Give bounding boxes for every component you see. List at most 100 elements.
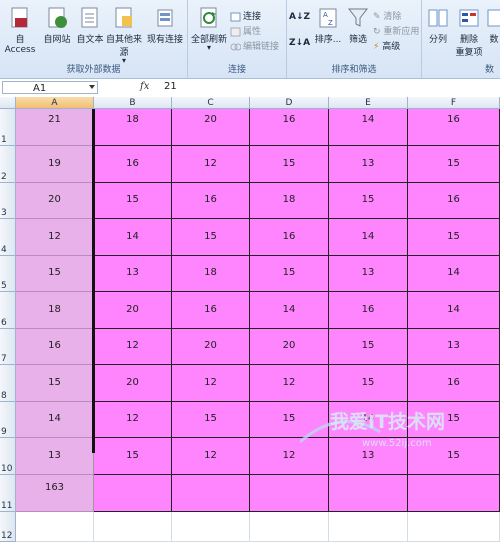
cell-a10[interactable]: 13 (16, 438, 94, 475)
cell-b1[interactable]: 18 (94, 109, 172, 146)
row-header-1[interactable]: 1 (0, 109, 16, 146)
cell-f8[interactable]: 16 (408, 365, 500, 402)
cell-a7[interactable]: 16 (16, 329, 94, 365)
from-text-button[interactable]: 自文本 (74, 6, 106, 45)
sort-button[interactable]: A Z 排序... (313, 6, 343, 45)
formula-input[interactable]: 21 (164, 81, 177, 92)
cell-e8[interactable]: 15 (329, 365, 408, 402)
cell-f4[interactable]: 15 (408, 219, 500, 256)
cell-b11[interactable] (94, 475, 172, 512)
connections-button[interactable]: 连接 (230, 9, 261, 22)
cell-a12[interactable] (16, 512, 94, 542)
cell-c9[interactable]: 15 (172, 402, 250, 438)
cell-a8[interactable]: 15 (16, 365, 94, 402)
from-access-button[interactable]: 自 Access (0, 6, 40, 55)
cell-b10[interactable]: 15 (94, 438, 172, 475)
cell-a9[interactable]: 14 (16, 402, 94, 438)
properties-button[interactable]: 属性 (230, 24, 261, 37)
cell-e5[interactable]: 13 (329, 256, 408, 292)
from-other-sources-button[interactable]: 自其他来源 ▾ (106, 6, 142, 65)
column-header-f[interactable]: F (408, 97, 500, 109)
cell-b12[interactable] (94, 512, 172, 542)
cell-f5[interactable]: 14 (408, 256, 500, 292)
cell-d3[interactable]: 18 (250, 183, 329, 219)
insert-function-icon[interactable]: fx (140, 81, 149, 92)
column-header-e[interactable]: E (329, 97, 408, 109)
column-header-c[interactable]: C (172, 97, 250, 109)
cell-a6[interactable]: 18 (16, 292, 94, 329)
cell-c2[interactable]: 12 (172, 146, 250, 183)
row-header-10[interactable]: 10 (0, 438, 16, 475)
cell-d10[interactable]: 12 (250, 438, 329, 475)
reapply-button[interactable]: ↻ 重新应用 (373, 24, 419, 37)
cell-c3[interactable]: 16 (172, 183, 250, 219)
cell-e2[interactable]: 13 (329, 146, 408, 183)
filter-button[interactable]: 筛选 (345, 6, 371, 45)
data-validation-button[interactable]: 数 (486, 6, 500, 45)
cell-a4[interactable]: 12 (16, 219, 94, 256)
cell-c8[interactable]: 12 (172, 365, 250, 402)
cell-c6[interactable]: 16 (172, 292, 250, 329)
cell-a1[interactable]: 21 (16, 109, 94, 146)
cell-e12[interactable] (329, 512, 408, 542)
cell-e1[interactable]: 14 (329, 109, 408, 146)
name-box-dropdown-icon[interactable] (89, 85, 95, 89)
cell-d7[interactable]: 20 (250, 329, 329, 365)
cell-c4[interactable]: 15 (172, 219, 250, 256)
cell-b6[interactable]: 20 (94, 292, 172, 329)
column-header-a[interactable]: A (16, 97, 94, 109)
existing-connections-button[interactable]: 现有连接 (144, 6, 186, 45)
row-header-7[interactable]: 7 (0, 329, 16, 365)
cell-e4[interactable]: 14 (329, 219, 408, 256)
column-header-b[interactable]: B (94, 97, 172, 109)
cell-f10[interactable]: 15 (408, 438, 500, 475)
sort-az-button[interactable]: A↓Z (289, 12, 310, 22)
cell-a11[interactable]: 163 (16, 475, 94, 512)
cell-c1[interactable]: 20 (172, 109, 250, 146)
cell-f9[interactable]: 15 (408, 402, 500, 438)
row-header-12[interactable]: 12 (0, 512, 16, 542)
cell-b4[interactable]: 14 (94, 219, 172, 256)
clear-filter-button[interactable]: ✎ 清除 (373, 9, 401, 22)
cell-e7[interactable]: 15 (329, 329, 408, 365)
cell-b8[interactable]: 20 (94, 365, 172, 402)
cell-e9[interactable]: 14 (329, 402, 408, 438)
cell-c7[interactable]: 20 (172, 329, 250, 365)
edit-links-button[interactable]: 编辑链接 (230, 39, 279, 52)
cell-f11[interactable] (408, 475, 500, 512)
text-to-columns-button[interactable]: 分列 (424, 6, 452, 45)
refresh-all-button[interactable]: 全部刷新 ▾ (190, 6, 228, 52)
cell-e10[interactable]: 13 (329, 438, 408, 475)
cell-f3[interactable]: 16 (408, 183, 500, 219)
cell-f7[interactable]: 13 (408, 329, 500, 365)
row-header-2[interactable]: 2 (0, 146, 16, 183)
cell-d2[interactable]: 15 (250, 146, 329, 183)
cell-e11[interactable] (329, 475, 408, 512)
cell-d12[interactable] (250, 512, 329, 542)
cell-d4[interactable]: 16 (250, 219, 329, 256)
cell-d9[interactable]: 15 (250, 402, 329, 438)
cell-b7[interactable]: 12 (94, 329, 172, 365)
cell-d1[interactable]: 16 (250, 109, 329, 146)
from-web-button[interactable]: 自网站 (41, 6, 73, 45)
cell-c10[interactable]: 12 (172, 438, 250, 475)
cell-f12[interactable] (408, 512, 500, 542)
cell-a2[interactable]: 19 (16, 146, 94, 183)
remove-duplicates-button[interactable]: 删除 重复项 (454, 6, 484, 58)
row-header-11[interactable]: 11 (0, 475, 16, 512)
cell-d6[interactable]: 14 (250, 292, 329, 329)
row-header-5[interactable]: 5 (0, 256, 16, 292)
cell-d8[interactable]: 12 (250, 365, 329, 402)
row-header-8[interactable]: 8 (0, 365, 16, 402)
cell-c11[interactable] (172, 475, 250, 512)
cell-f6[interactable]: 14 (408, 292, 500, 329)
name-box[interactable]: A1 (2, 81, 98, 94)
cell-d5[interactable]: 15 (250, 256, 329, 292)
select-all-corner[interactable] (0, 97, 16, 109)
cell-a3[interactable]: 20 (16, 183, 94, 219)
cell-b2[interactable]: 16 (94, 146, 172, 183)
cell-e6[interactable]: 16 (329, 292, 408, 329)
cell-e3[interactable]: 15 (329, 183, 408, 219)
cell-c12[interactable] (172, 512, 250, 542)
cell-a5[interactable]: 15 (16, 256, 94, 292)
